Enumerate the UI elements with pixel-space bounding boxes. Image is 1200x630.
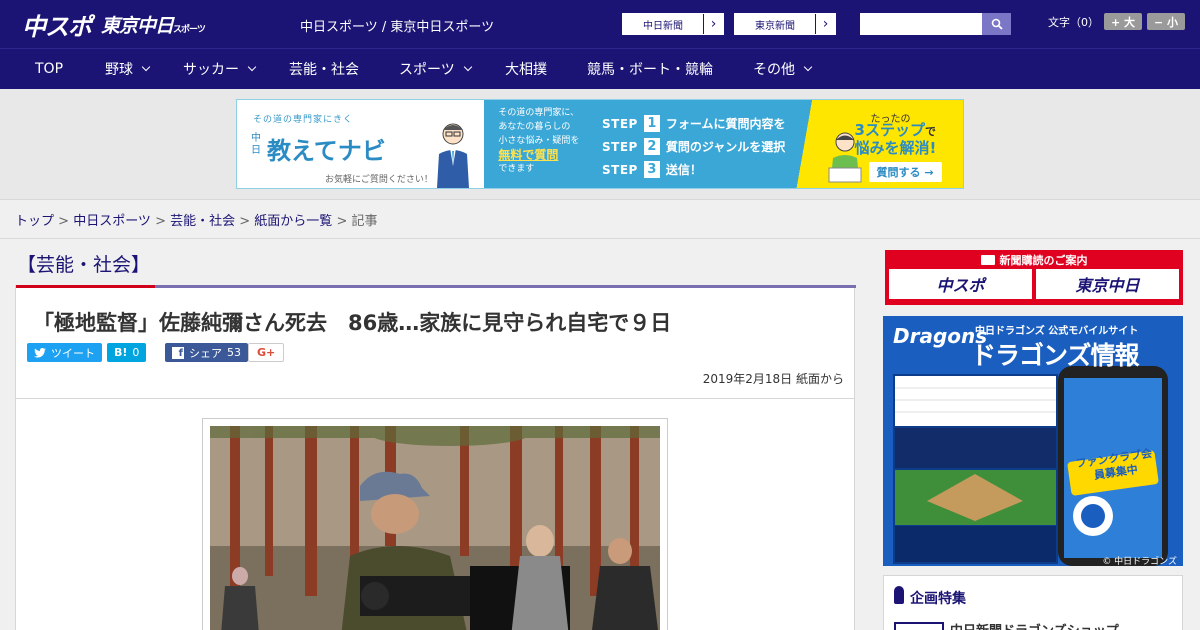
card-top-border: [16, 285, 856, 288]
tokyo-shimbun-link[interactable]: 東京新聞 ›: [734, 13, 836, 35]
search-box: [860, 13, 1011, 35]
nav-item-sumo[interactable]: 大相撲: [505, 49, 547, 90]
divider: [16, 398, 854, 399]
nav-item-soccer[interactable]: サッカー: [183, 49, 257, 90]
search-button[interactable]: [982, 13, 1011, 35]
article-photo[interactable]: [202, 418, 668, 630]
breadcrumb-current: 記事: [351, 214, 378, 229]
ad-free-label: 無料で質問: [498, 148, 559, 162]
laptop-person-illustration: [828, 132, 862, 183]
logo-chuspo[interactable]: 中スポ: [22, 7, 92, 42]
search-icon: [991, 18, 1003, 30]
expert-person-illustration: [437, 123, 469, 188]
nav-item-top[interactable]: TOP: [35, 49, 63, 90]
chevron-down-icon: [463, 62, 472, 72]
subscribe-chuspo-link[interactable]: 中スポ: [889, 269, 1032, 299]
google-plus-button[interactable]: G+: [248, 343, 285, 362]
main-nav: TOP 野球 サッカー 芸能・社会 スポーツ 大相撲 競馬・ボート・競輪 その他: [0, 48, 1200, 89]
facebook-count: 53: [227, 346, 241, 359]
chevron-down-icon: [141, 62, 151, 72]
film-director-photo: [210, 426, 660, 630]
dragons-promo-sub: 中日ドラゴンズ 公式モバイルサイト: [975, 326, 1139, 337]
oshiete-navi-banner[interactable]: その道の専門家にきく 中日 教えてナビ お気軽にご質問ください！ その道の専門家…: [236, 99, 964, 189]
font-size-label: 文字（0）: [1048, 15, 1099, 29]
subscription-heading: 新聞購読のご案内: [886, 251, 1182, 269]
dragons-mobile-promo[interactable]: Dragons 中日ドラゴンズ 公式モバイルサイト ドラゴンズ情報 ファンクラブ…: [883, 316, 1183, 566]
twitter-icon: [34, 347, 46, 357]
facebook-icon: f: [172, 346, 184, 359]
breadcrumb-list[interactable]: 紙面から一覧: [254, 214, 332, 229]
special-features-box: 企画特集 中日新聞ドラゴンズショップ: [883, 575, 1183, 630]
chevron-right-icon: ›: [703, 14, 723, 34]
ad-step-1: STEP 1 フォームに質問内容を入力: [602, 115, 810, 132]
tweet-button[interactable]: ツイート: [27, 343, 102, 362]
ad-caption: お気軽にご質問ください！: [325, 175, 433, 185]
nav-item-other[interactable]: その他: [753, 49, 813, 90]
site-subtitle: 中日スポーツ / 東京中日スポーツ: [300, 20, 495, 35]
dragons-shop-link[interactable]: 中日新聞ドラゴンズショップ: [950, 620, 1119, 630]
ad-kicker: その道の専門家にきく: [253, 115, 354, 125]
article-card: 「極地監督」佐藤純彌さん死去 86歳…家族に見守られ自宅で９日 ツイート B! …: [15, 285, 856, 630]
divider: [0, 238, 1200, 239]
dragons-promo-title: ドラゴンズ情報: [971, 341, 1140, 370]
dragons-shop-thumbnail[interactable]: [894, 622, 944, 630]
article-date: 2019年2月18日 紙面から: [702, 372, 844, 386]
breadcrumb-chunichi-sports[interactable]: 中日スポーツ: [73, 214, 151, 229]
font-size-control: 文字（0） + 大 − 小: [1048, 13, 1185, 30]
newspaper-icon: [980, 255, 995, 265]
hatena-icon: B!: [114, 346, 128, 359]
logo-tokyo-chunichi[interactable]: 東京中日スポーツ: [101, 11, 206, 38]
breadcrumb: トップ > 中日スポーツ > 芸能・社会 > 紙面から一覧 > 記事: [15, 214, 378, 229]
ad-step-2: STEP 2 質問のジャンルを選択: [602, 138, 786, 155]
google-plus-icon: G+: [257, 346, 276, 359]
ad-band: その道の専門家にきく 中日 教えてナビ お気軽にご質問ください！ その道の専門家…: [0, 89, 1200, 200]
nav-item-entertainment[interactable]: 芸能・社会: [289, 49, 359, 90]
ad-chunichi-small: 中日: [251, 133, 261, 156]
chunichi-shimbun-link[interactable]: 中日新聞 ›: [622, 13, 724, 35]
ad-name: 教えてナビ: [267, 137, 386, 165]
ad-tagline: 3ステップで 悩みを解消!: [854, 121, 937, 157]
bookmark-icon: [894, 586, 904, 604]
article-title: 「極地監督」佐藤純彌さん死去 86歳…家族に見守られ自宅で９日: [33, 311, 672, 335]
chevron-down-icon: [247, 62, 257, 72]
ad-step-3: STEP 3 送信！: [602, 161, 702, 178]
facebook-share-button[interactable]: f シェア 53: [165, 343, 248, 362]
dragons-copyright: © 中日ドラゴンズ: [1102, 557, 1177, 566]
hatena-bookmark-button[interactable]: B! 0: [107, 343, 147, 362]
breadcrumb-entertainment[interactable]: 芸能・社会: [170, 214, 235, 229]
font-small-button[interactable]: − 小: [1147, 13, 1185, 30]
breadcrumb-top[interactable]: トップ: [15, 214, 54, 229]
hatena-count: 0: [132, 346, 140, 359]
ad-question-button[interactable]: 質問する →: [868, 162, 942, 182]
chevron-down-icon: [803, 62, 813, 72]
site-logo[interactable]: 中スポ 東京中日スポーツ: [22, 7, 206, 42]
subscription-box: 新聞購読のご案内 中スポ 東京中日: [885, 250, 1183, 305]
subscribe-tokyo-chunichi-link[interactable]: 東京中日: [1036, 269, 1179, 299]
nav-item-keiba[interactable]: 競馬・ボート・競輪: [587, 49, 713, 90]
font-large-button[interactable]: + 大: [1104, 13, 1142, 30]
special-features-heading: 企画特集: [910, 591, 966, 607]
nav-item-baseball[interactable]: 野球: [105, 49, 151, 90]
top-bar: 中スポ 東京中日スポーツ 中日スポーツ / 東京中日スポーツ 中日新聞 › 東京新…: [0, 0, 1200, 48]
chevron-right-icon: ›: [815, 14, 835, 34]
search-input[interactable]: [860, 13, 982, 35]
nav-item-sports[interactable]: スポーツ: [399, 49, 472, 90]
category-heading: 【芸能・社会】: [17, 254, 151, 276]
